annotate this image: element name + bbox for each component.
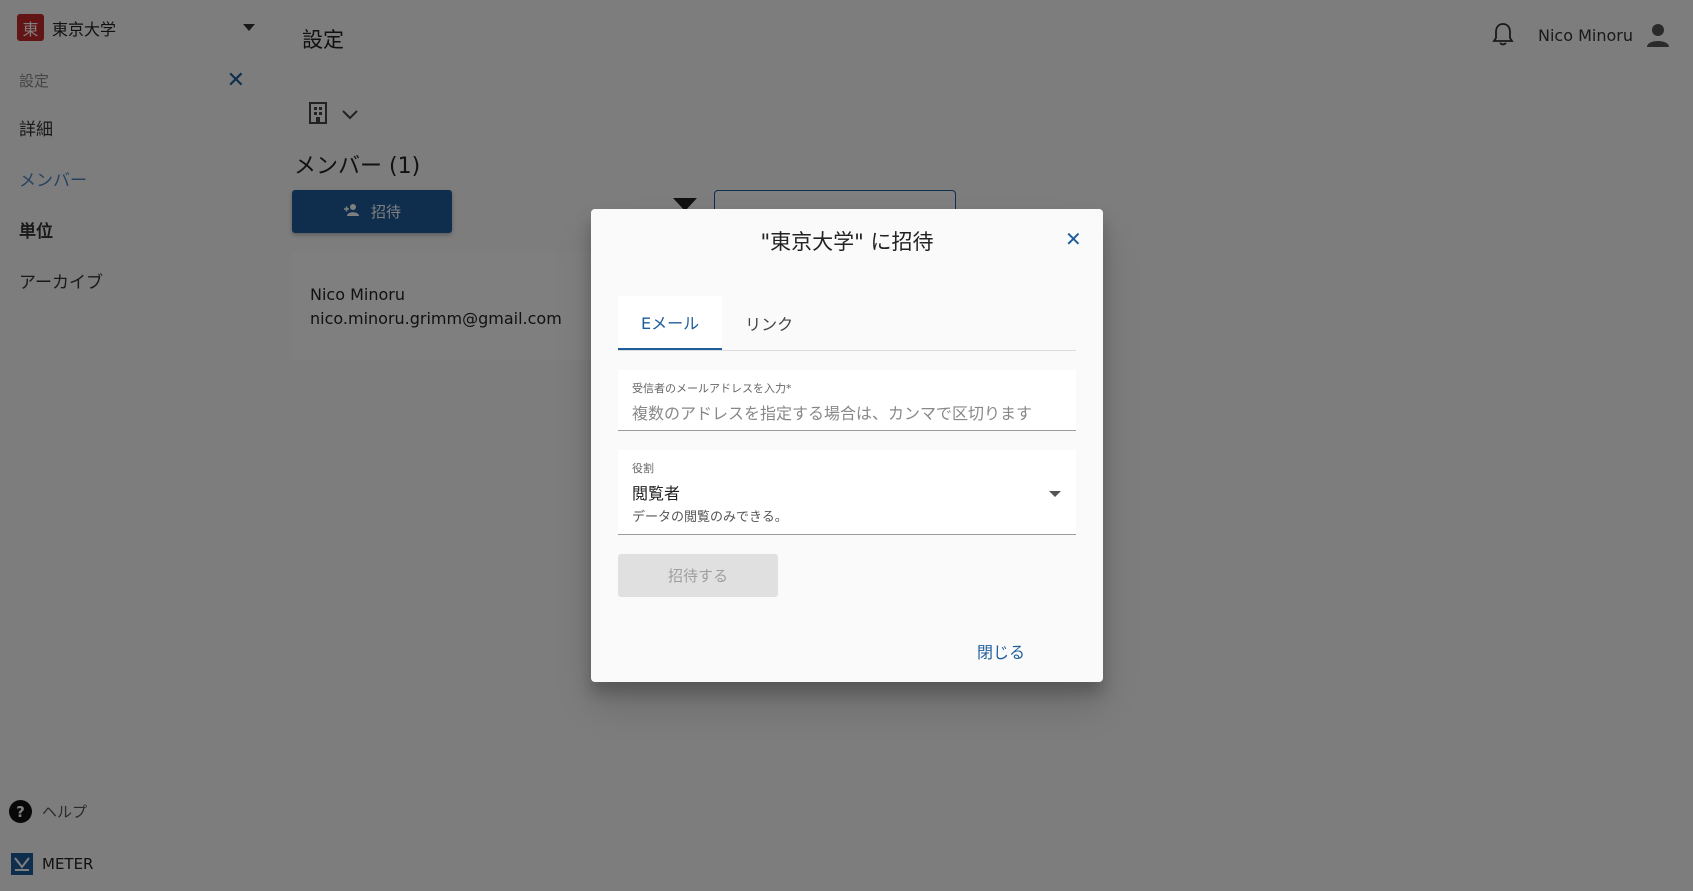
role-select-label: 役割 xyxy=(632,462,654,475)
close-button[interactable]: 閉じる xyxy=(977,639,1025,663)
dialog-title: "東京大学" に招待 xyxy=(760,230,934,254)
invite-tabs: Eメール リンク xyxy=(618,296,1076,351)
role-description: データの閲覧のみできる。 xyxy=(632,510,788,525)
tab-email[interactable]: Eメール xyxy=(618,296,723,350)
email-field[interactable]: 受信者のメールアドレスを入力* 複数のアドレスを指定する場合は、カンマで区切りま… xyxy=(618,370,1076,431)
close-icon[interactable]: ✕ xyxy=(1065,229,1082,249)
email-field-placeholder: 複数のアドレスを指定する場合は、カンマで区切ります xyxy=(632,404,1033,423)
tab-link[interactable]: リンク xyxy=(722,296,816,350)
send-invite-button[interactable]: 招待する xyxy=(618,554,778,597)
caret-down-icon xyxy=(1049,491,1061,497)
role-select[interactable]: 役割 閲覧者 データの閲覧のみできる。 xyxy=(618,450,1076,535)
invite-dialog: "東京大学" に招待 ✕ Eメール リンク 受信者のメールアドレスを入力* 複数… xyxy=(591,209,1103,682)
email-field-label: 受信者のメールアドレスを入力* xyxy=(632,382,792,395)
role-select-value: 閲覧者 xyxy=(632,484,681,503)
